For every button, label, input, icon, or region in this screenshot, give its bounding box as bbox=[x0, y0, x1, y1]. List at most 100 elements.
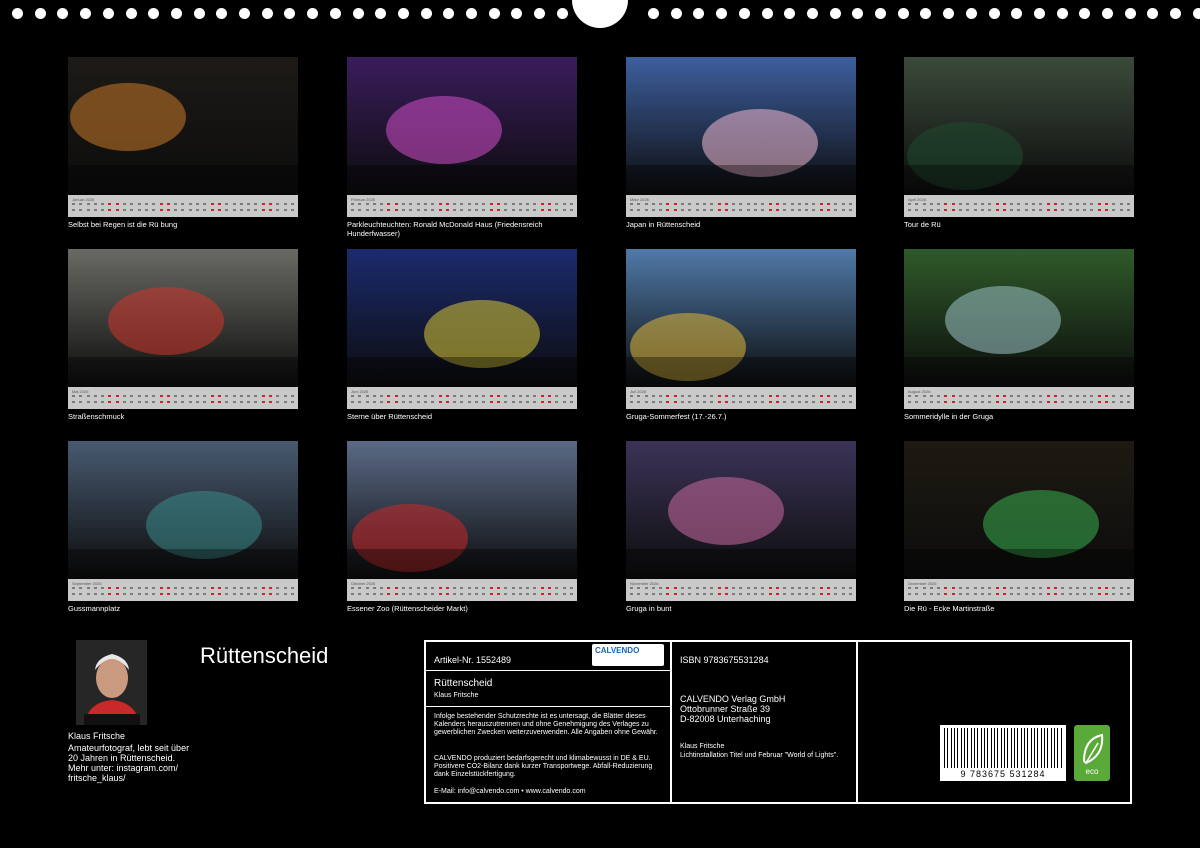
barcode-bar bbox=[947, 728, 948, 768]
barcode-bar bbox=[1051, 728, 1052, 768]
month-photo bbox=[626, 441, 856, 579]
binding-hole bbox=[784, 8, 796, 19]
binding-hole bbox=[375, 8, 387, 19]
binding-hole bbox=[488, 8, 500, 19]
binding-hole bbox=[1192, 8, 1200, 19]
barcode-bar bbox=[1001, 728, 1002, 768]
legal-notice: Infolge bestehender Schutzrechte ist es … bbox=[434, 713, 658, 736]
month-name: Mai 2026 bbox=[72, 389, 89, 394]
binding-hole bbox=[920, 8, 932, 19]
hanger-hole bbox=[572, 0, 628, 28]
month-tile: Februar 2026 Parkleuchteuchten: Ronald Mc… bbox=[347, 57, 577, 238]
barcode-bar bbox=[1057, 728, 1058, 768]
binding-hole bbox=[852, 8, 864, 19]
month-photo bbox=[68, 441, 298, 579]
month-tile: Juli 2026 Gruga-Sommerfest (17.-26.7.) bbox=[626, 249, 856, 421]
binding-hole bbox=[648, 8, 659, 19]
month-tile: Mai 2026 Straßenschmuck bbox=[68, 249, 298, 421]
cover-note: Lichtinstallation Titel und Februar "Wor… bbox=[680, 752, 839, 759]
month-name: Juni 2026 bbox=[351, 389, 369, 394]
binding-hole bbox=[261, 8, 273, 19]
binding-hole bbox=[556, 8, 568, 19]
month-calendar-strip: August 2026 bbox=[904, 387, 1134, 409]
barcode-bar bbox=[974, 728, 975, 768]
month-photo bbox=[904, 57, 1134, 195]
month-tile: März 2026 Japan in Rüttenscheid bbox=[626, 57, 856, 229]
binding-hole bbox=[988, 8, 1000, 19]
month-photo bbox=[626, 249, 856, 387]
author-portrait bbox=[76, 640, 147, 725]
barcode-bar bbox=[1034, 728, 1035, 768]
publisher-city: D-82008 Unterhaching bbox=[680, 714, 771, 724]
barcode-bar bbox=[1014, 728, 1015, 768]
barcode-number: 9 783675 531284 bbox=[960, 769, 1046, 779]
binding-hole bbox=[738, 8, 750, 19]
month-tile: Dezember 2026 Die Rü - Ecke Martinstraße bbox=[904, 441, 1134, 613]
cover-author: Klaus Fritsche bbox=[680, 743, 725, 750]
month-caption: Sommeridylle in der Gruga bbox=[904, 412, 994, 421]
article-number: Artikel-Nr. 1552489 bbox=[434, 655, 512, 665]
month-calendar-strip: Oktober 2026 bbox=[347, 579, 577, 601]
binding-hole bbox=[80, 8, 92, 19]
month-calendar-strip: Juni 2026 bbox=[347, 387, 577, 409]
eco-badge: eco bbox=[1074, 725, 1110, 781]
barcode-bar bbox=[1054, 728, 1055, 768]
binding-hole bbox=[1147, 8, 1159, 19]
book-title: Rüttenscheid bbox=[434, 678, 493, 689]
month-name: Oktober 2026 bbox=[351, 581, 376, 586]
barcode-bar bbox=[1061, 728, 1062, 768]
barcode-bar bbox=[994, 728, 995, 768]
month-name: Juli 2026 bbox=[630, 389, 647, 394]
month-caption: Gussmannplatz bbox=[68, 604, 121, 613]
month-caption: Sterne über Rüttenscheid bbox=[347, 412, 433, 421]
month-photo bbox=[626, 57, 856, 195]
binding-hole bbox=[875, 8, 886, 19]
month-caption: Straßenschmuck bbox=[68, 412, 125, 421]
barcode-bar bbox=[1011, 728, 1012, 768]
month-name: Januar 2026 bbox=[72, 197, 95, 202]
barcode-bar bbox=[961, 728, 962, 768]
month-calendar-strip: März 2026 bbox=[626, 195, 856, 217]
month-caption: Tour de Rü bbox=[904, 220, 941, 229]
contact-info: E-Mail: info@calvendo.com • www.calvendo… bbox=[434, 788, 586, 795]
binding-hole bbox=[420, 8, 432, 19]
binding-hole bbox=[1124, 8, 1136, 19]
binding-hole bbox=[193, 8, 205, 19]
month-photo bbox=[347, 249, 577, 387]
month-caption: Essener Zoo (Rüttenscheider Markt) bbox=[347, 604, 468, 613]
binding-hole bbox=[897, 8, 909, 19]
month-caption: Japan in Rüttenscheid bbox=[626, 220, 701, 229]
barcode-bar bbox=[984, 728, 985, 768]
binding-hole bbox=[329, 8, 341, 19]
month-calendar-strip: Mai 2026 bbox=[68, 387, 298, 409]
barcode-bar bbox=[1041, 728, 1042, 768]
calendar-title: Rüttenscheid bbox=[200, 643, 329, 668]
binding-hole bbox=[307, 8, 319, 19]
month-caption: Die Rü - Ecke Martinstraße bbox=[904, 604, 995, 613]
barcode-bar bbox=[951, 728, 952, 768]
barcode-bar bbox=[1031, 728, 1032, 768]
binding-hole bbox=[829, 8, 841, 19]
barcode-bar bbox=[1021, 728, 1022, 768]
binding-hole bbox=[284, 8, 296, 19]
barcode-bar bbox=[997, 728, 998, 768]
month-name: Februar 2026 bbox=[351, 197, 376, 202]
binding-hole bbox=[511, 8, 523, 19]
month-tile: Januar 2026 Selbst bei Regen ist die Rü b… bbox=[68, 57, 298, 229]
binding-hole bbox=[761, 8, 773, 19]
binding-hole bbox=[534, 8, 546, 19]
binding-hole bbox=[1033, 8, 1045, 19]
month-name: September 2026 bbox=[72, 581, 102, 586]
month-photo bbox=[347, 57, 577, 195]
calvendo-logo: CALVENDO bbox=[592, 644, 664, 666]
binding-hole bbox=[102, 8, 114, 19]
month-caption: Selbst bei Regen ist die Rü bung bbox=[68, 220, 178, 229]
month-calendar-strip: Februar 2026 bbox=[347, 195, 577, 217]
binding-hole bbox=[943, 8, 955, 19]
eco-label: eco bbox=[1085, 767, 1099, 776]
author-name: Klaus Fritsche bbox=[68, 731, 126, 741]
publisher-name: CALVENDO Verlag GmbH bbox=[680, 694, 786, 704]
binding-hole bbox=[1102, 8, 1113, 19]
book-author: Klaus Fritsche bbox=[434, 692, 479, 699]
binding-hole bbox=[806, 8, 818, 19]
